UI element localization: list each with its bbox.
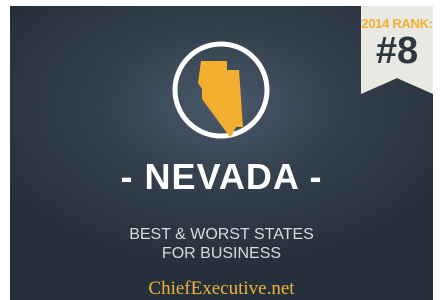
rank-ribbon: 2014 RANK: #8 [361,6,433,94]
state-name: - NEVADA - [120,156,323,197]
state-emblem [172,41,270,139]
rank-label: 2014 RANK: [361,16,433,31]
brand-logo: ChiefExecutive.net [148,278,295,299]
subtitle-line-2: FOR BUSINESS [161,245,282,262]
ranking-card: 2014 RANK: #8 - NEVADA - BEST & WORST ST… [10,6,433,300]
rank-number: #8 [375,30,419,72]
nevada-state-shape-icon [198,61,243,137]
subtitle-line-1: BEST & WORST STATES [129,226,314,243]
